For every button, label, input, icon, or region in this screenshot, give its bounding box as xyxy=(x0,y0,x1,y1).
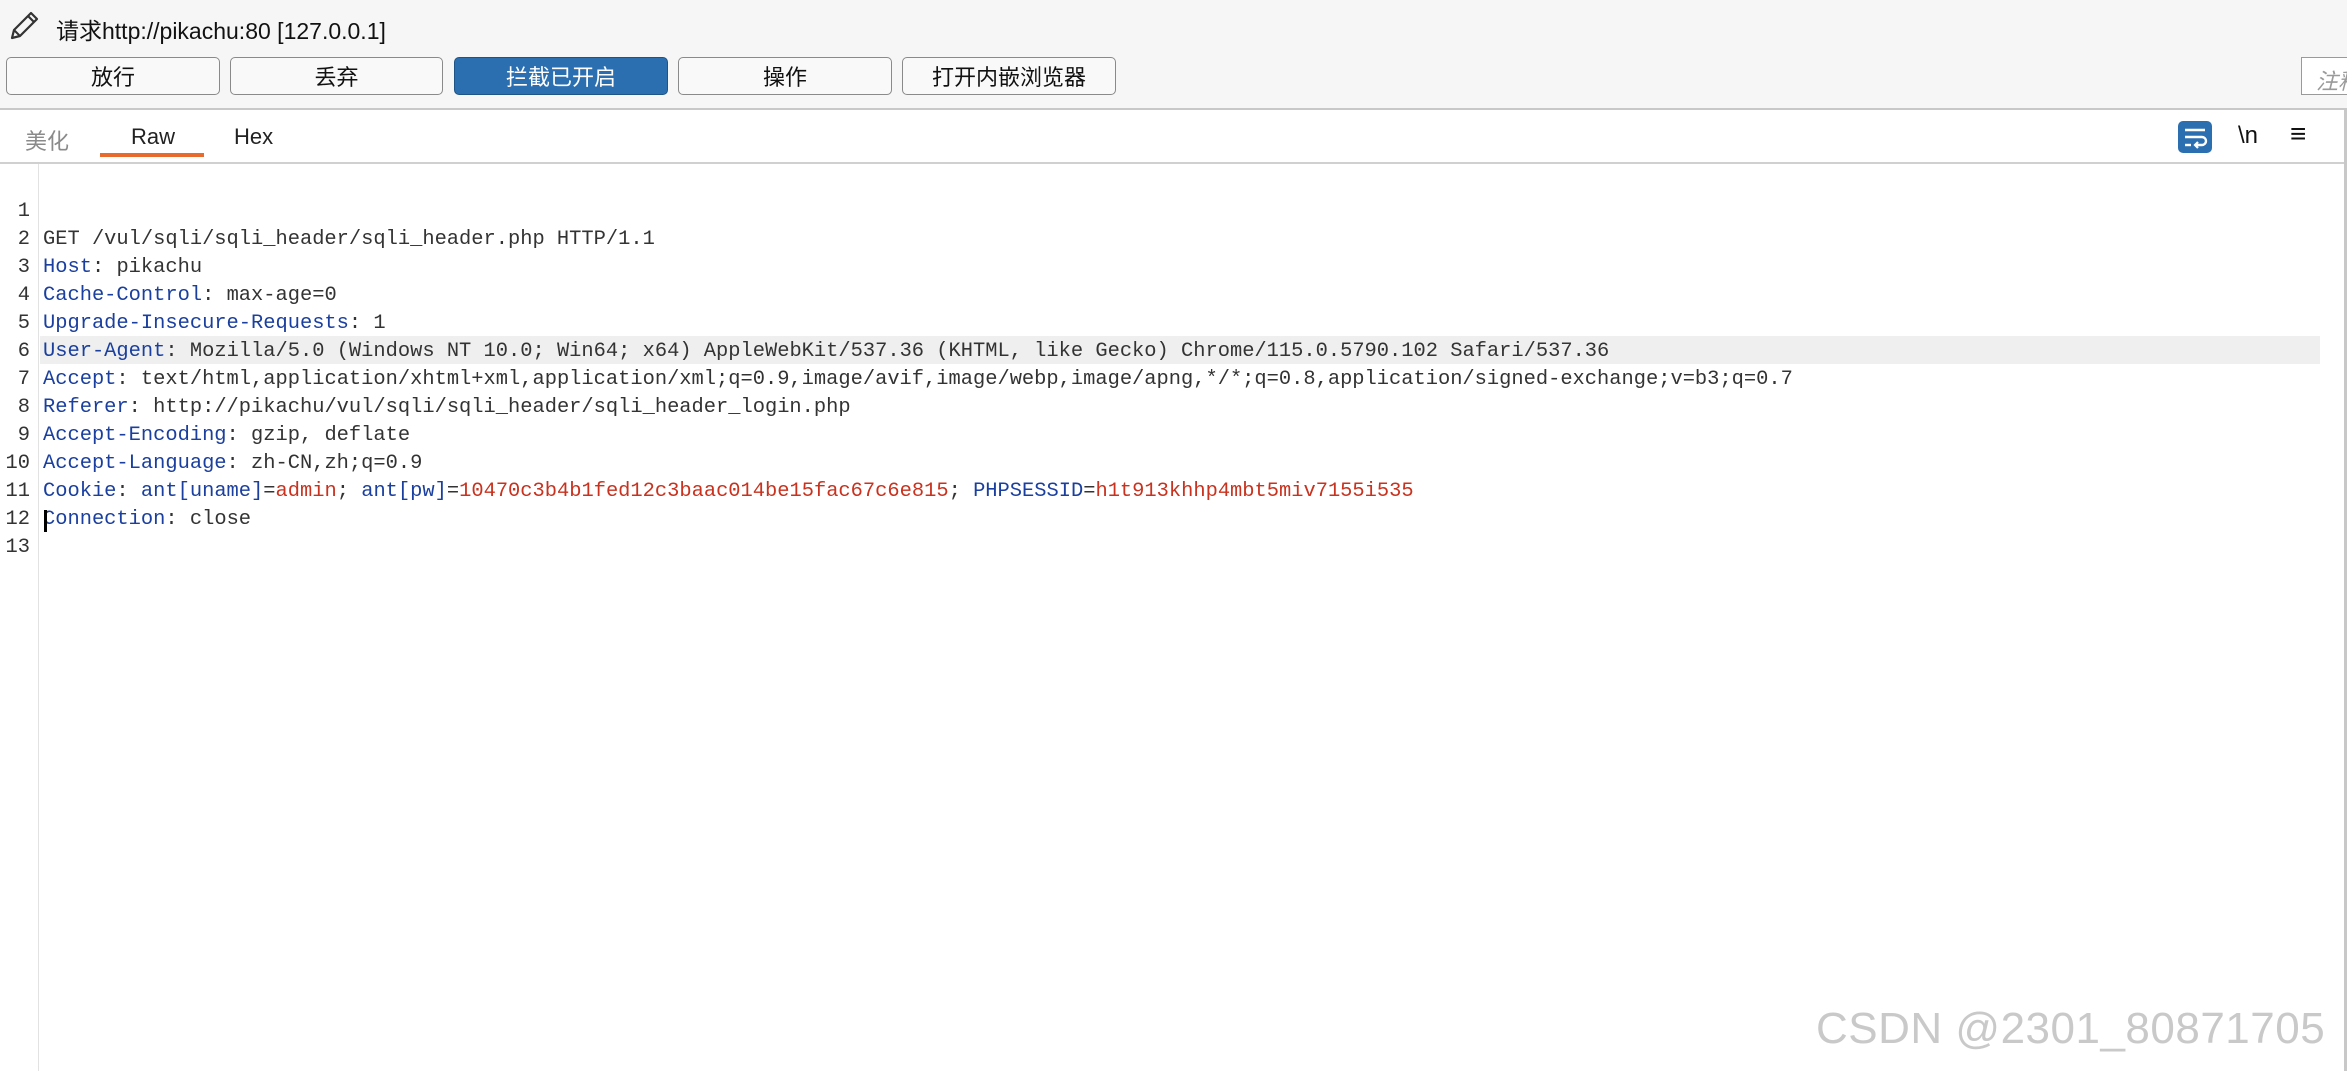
tabs-divider xyxy=(0,162,2347,164)
code-line: 6 Accept: text/html,application/xhtml+xm… xyxy=(0,310,2340,391)
word-wrap-toggle-icon[interactable] xyxy=(2178,121,2212,153)
tab-raw[interactable]: Raw xyxy=(131,124,175,150)
notes-input[interactable]: 注释 xyxy=(2301,57,2347,95)
open-browser-button[interactable]: 打开内嵌浏览器 xyxy=(902,57,1116,95)
code-line: 7 Referer: http://pikachu/vul/sqli/sqli_… xyxy=(0,338,2340,419)
pencil-icon[interactable] xyxy=(6,8,42,44)
text-caret xyxy=(44,510,47,532)
code-line: 9 Accept-Language: zh-CN,zh;q=0.9 xyxy=(0,394,2340,475)
raw-request-editor[interactable]: 1 GET /vul/sqli/sqli_header/sqli_header.… xyxy=(0,170,2340,559)
code-line: 2 Host: pikachu xyxy=(0,198,2340,279)
line-number: 13 xyxy=(5,536,30,559)
code-line: 8 Accept-Encoding: gzip, deflate xyxy=(0,366,2340,447)
code-line: 1 GET /vul/sqli/sqli_header/sqli_header.… xyxy=(0,170,2340,251)
action-button[interactable]: 操作 xyxy=(678,57,892,95)
watermark: CSDN @2301_80871705 xyxy=(1816,1004,2326,1053)
view-tabs: 美化 Raw Hex xyxy=(0,110,2347,164)
drop-button[interactable]: 丢弃 xyxy=(230,57,443,95)
code-line: 11 Connection: close xyxy=(0,450,2340,531)
intercept-toggle-button[interactable]: 拦截已开启 xyxy=(454,57,668,95)
code-line-current[interactable]: 13 xyxy=(0,506,2340,559)
forward-button[interactable]: 放行 xyxy=(6,57,220,95)
code-line: 4 Upgrade-Insecure-Requests: 1 xyxy=(0,254,2340,335)
request-header-bar: 请求http://pikachu:80 [127.0.0.1] 放行 丢弃 拦截… xyxy=(0,0,2347,108)
active-tab-indicator xyxy=(100,153,204,157)
code-line: 10 Cookie: ant[uname]=admin; ant[pw]=104… xyxy=(0,422,2340,503)
menu-icon[interactable]: ≡ xyxy=(2290,118,2306,150)
code-line: 3 Cache-Control: max-age=0 xyxy=(0,226,2340,307)
show-newlines-toggle[interactable]: \n xyxy=(2238,122,2258,150)
tab-pretty[interactable]: 美化 xyxy=(25,124,69,156)
request-title: 请求http://pikachu:80 [127.0.0.1] xyxy=(56,18,386,44)
tab-hex[interactable]: Hex xyxy=(234,124,273,150)
code-line: 12 xyxy=(0,478,2340,531)
code-line: 5 User-Agent: Mozilla/5.0 (Windows NT 10… xyxy=(0,282,2340,363)
